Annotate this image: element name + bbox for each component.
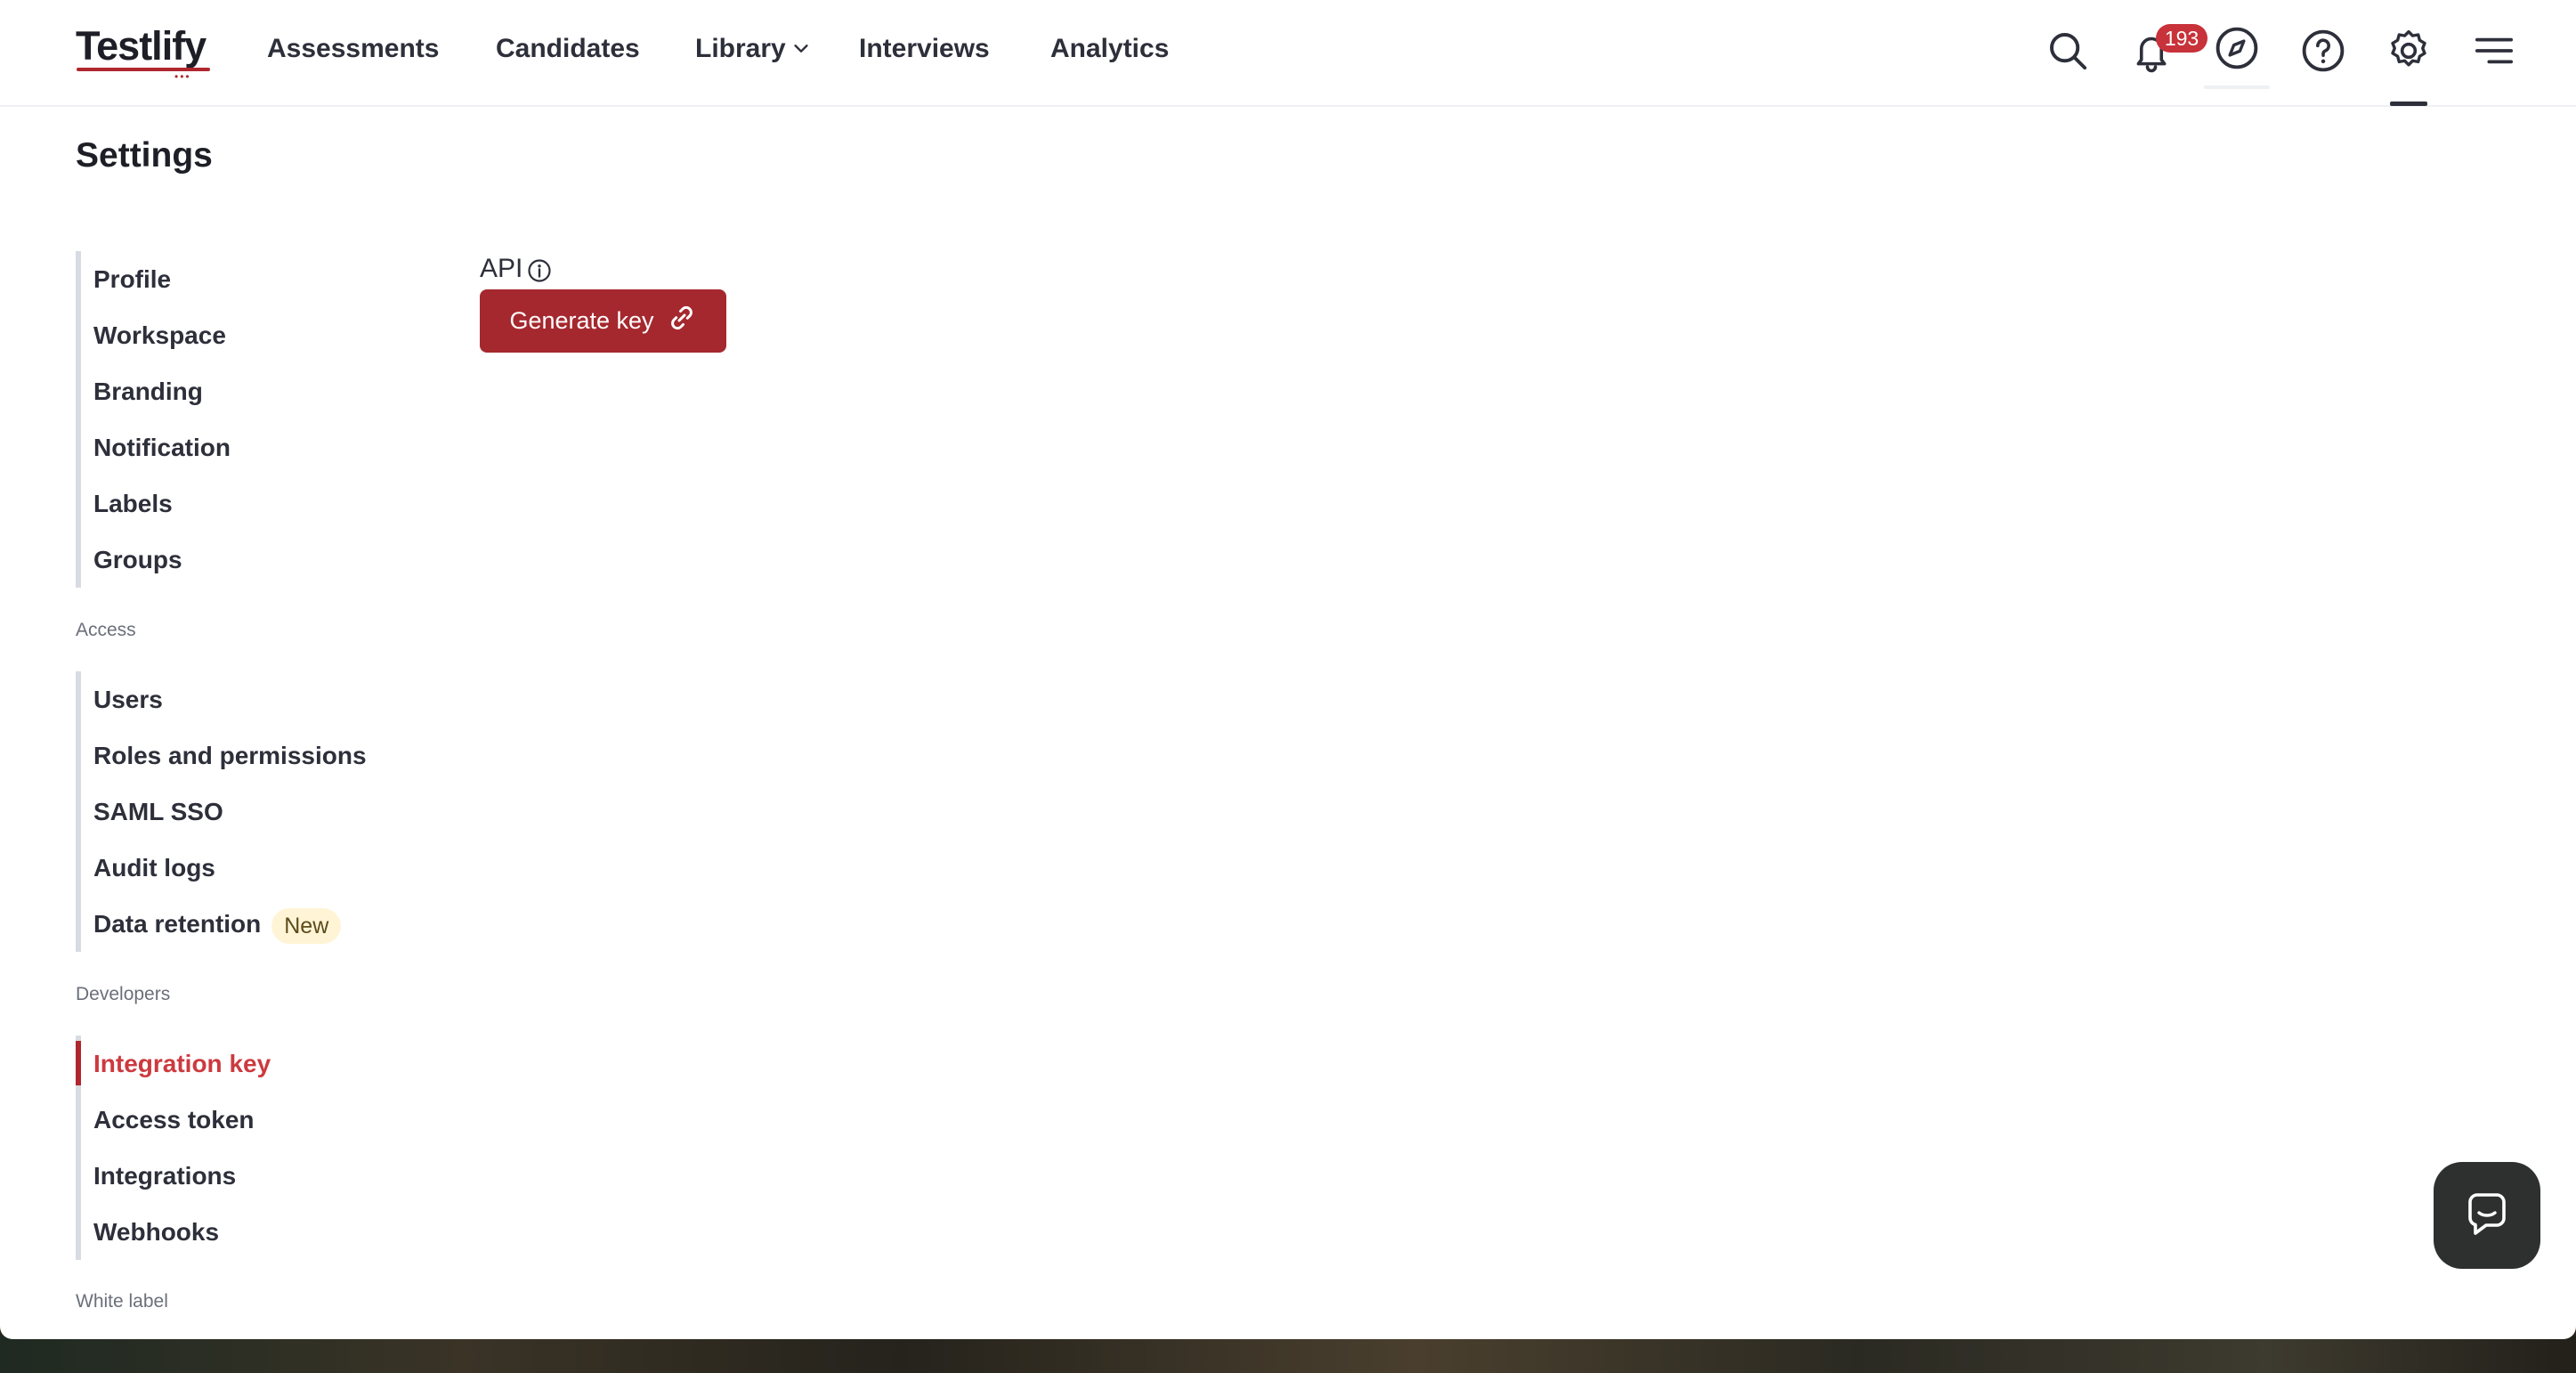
app-window: Testlify ••• Assessments Candidates Libr… — [0, 0, 2576, 1339]
compass-underline — [2204, 85, 2270, 89]
sidebar-item-users[interactable]: Users — [81, 671, 367, 727]
top-navigation: Testlify ••• Assessments Candidates Libr… — [0, 0, 2576, 107]
logo-dots: ••• — [174, 70, 191, 83]
sidebar-item-labels[interactable]: Labels — [81, 475, 231, 532]
nav-interviews[interactable]: Interviews — [859, 34, 990, 64]
notification-badge: 193 — [2156, 24, 2207, 53]
sidebar-item-data-retention[interactable]: Data retention New — [81, 896, 367, 952]
menu-icon[interactable] — [2470, 27, 2518, 75]
sidebar-group-access: Users Roles and permissions SAML SSO Aud… — [76, 671, 367, 952]
nav-library-label: Library — [695, 34, 786, 63]
gear-active-indicator — [2390, 102, 2427, 106]
background-image — [0, 1336, 2576, 1373]
nav-assessments[interactable]: Assessments — [267, 34, 439, 64]
sidebar-item-branding[interactable]: Branding — [81, 363, 231, 419]
new-badge: New — [271, 907, 342, 944]
search-icon[interactable] — [2044, 27, 2092, 75]
sidebar-item-notification[interactable]: Notification — [81, 419, 231, 475]
sidebar-item-roles-and-permissions[interactable]: Roles and permissions — [81, 727, 367, 784]
section-label-access: Access — [76, 620, 136, 640]
sidebar-item-workspace[interactable]: Workspace — [81, 307, 231, 363]
info-icon[interactable] — [527, 258, 552, 283]
sidebar-group-developers: Integration key Access token Integration… — [76, 1036, 271, 1260]
link-icon — [667, 303, 697, 339]
help-icon[interactable] — [2299, 27, 2347, 75]
active-item-indicator — [76, 1041, 81, 1085]
sidebar-item-profile[interactable]: Profile — [81, 251, 231, 307]
generate-key-label: Generate key — [509, 307, 654, 334]
api-label: API — [480, 254, 523, 283]
nav-analytics[interactable]: Analytics — [1050, 34, 1169, 64]
chat-widget-button[interactable] — [2434, 1162, 2540, 1269]
sidebar-item-audit-logs[interactable]: Audit logs — [81, 840, 367, 896]
sidebar-item-integration-key[interactable]: Integration key — [81, 1036, 271, 1092]
sidebar-item-data-retention-label: Data retention — [93, 910, 262, 938]
chevron-down-icon — [791, 35, 811, 65]
sidebar-item-groups[interactable]: Groups — [81, 532, 231, 588]
generate-key-button[interactable]: Generate key — [480, 289, 726, 353]
nav-candidates[interactable]: Candidates — [496, 34, 640, 64]
sidebar-item-integrations[interactable]: Integrations — [81, 1148, 271, 1204]
sidebar-group-general: Profile Workspace Branding Notification … — [76, 251, 231, 588]
sidebar-item-webhooks[interactable]: Webhooks — [81, 1204, 271, 1260]
sidebar-item-access-token[interactable]: Access token — [81, 1092, 271, 1148]
gear-icon[interactable] — [2385, 27, 2433, 75]
nav-library[interactable]: Library — [695, 34, 811, 65]
section-label-white-label: White label — [76, 1291, 168, 1312]
section-label-developers: Developers — [76, 984, 171, 1004]
compass-icon[interactable] — [2213, 24, 2261, 72]
sidebar-item-saml-sso[interactable]: SAML SSO — [81, 784, 367, 840]
page-title: Settings — [76, 136, 213, 175]
chat-bubble-icon — [2468, 1193, 2506, 1235]
